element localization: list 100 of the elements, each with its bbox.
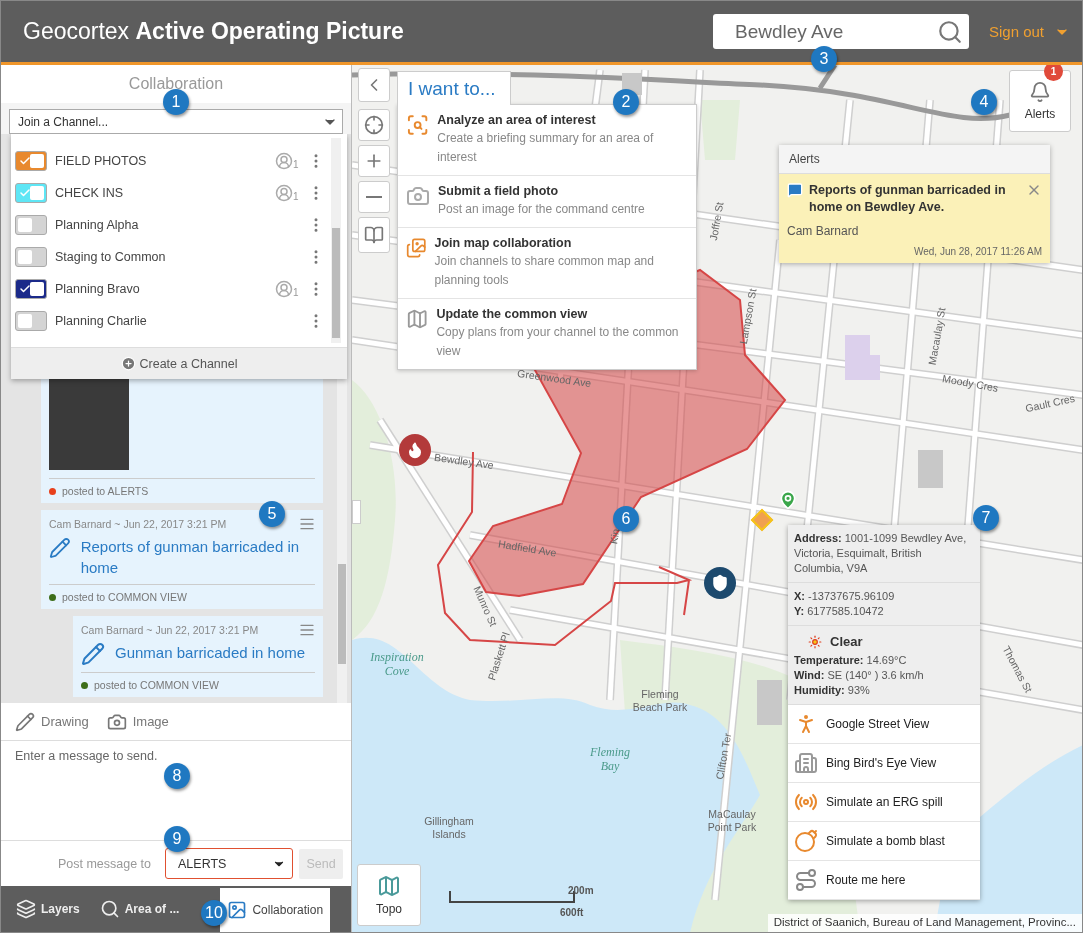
- sun-icon: [808, 634, 822, 649]
- app-title: Geocortex Active Operating Picture: [23, 18, 404, 44]
- user-icon: [275, 280, 293, 298]
- collapse-button[interactable]: [358, 68, 390, 102]
- posted-to-text: posted to COMMON VIEW: [94, 679, 219, 691]
- check-icon: [19, 283, 31, 295]
- street-label: Clifton Ter: [713, 732, 734, 781]
- toggle-knob: [30, 154, 44, 168]
- popup-action[interactable]: Bing Bird's Eye View: [788, 744, 980, 783]
- alert-author: Cam Barnard: [787, 224, 860, 238]
- composer-tool[interactable]: Image: [106, 711, 169, 732]
- street-label: Hadfield Ave: [497, 537, 558, 560]
- topo-map-icon: [377, 874, 401, 898]
- channel-row[interactable]: Planning Alpha: [15, 209, 325, 241]
- alert-time: Wed, Jun 28, 2017 11:26 AM: [913, 246, 1042, 257]
- menu-icon[interactable]: [299, 622, 315, 638]
- shield-marker-icon[interactable]: [704, 567, 736, 599]
- menu-item[interactable]: Join map collaboration Join channels to share common map and planning tools: [398, 228, 696, 299]
- channel-select[interactable]: Join a Channel...: [9, 109, 343, 134]
- channel-row[interactable]: FIELD PHOTOS 1: [15, 145, 325, 177]
- channel-toggle[interactable]: [15, 215, 47, 235]
- scrollbar[interactable]: [331, 138, 341, 343]
- pencil-icon: [81, 642, 105, 666]
- menu-item[interactable]: Update the common view Copy plans from your channel to the common view: [398, 299, 696, 369]
- menu-item-title: Submit a field photo: [438, 184, 560, 198]
- zoom-in-button[interactable]: [358, 145, 390, 177]
- scroll-thumb[interactable]: [332, 228, 340, 338]
- toggle-knob: [18, 314, 32, 328]
- weather-condition: Clear: [830, 634, 863, 649]
- post-label: Post message to: [57, 856, 151, 871]
- street-label: Lampson St: [736, 287, 760, 345]
- plus-icon: [120, 356, 136, 371]
- scale-label: 600ft: [560, 907, 584, 918]
- menu-item[interactable]: Submit a field photo Post an image for the command centre: [398, 176, 696, 228]
- toggle-knob: [18, 218, 32, 232]
- channel-name: FIELD PHOTOS: [55, 154, 148, 168]
- check-icon: [19, 155, 31, 167]
- check-icon: [19, 187, 31, 199]
- pin-marker-icon[interactable]: [778, 490, 798, 510]
- basemap-button[interactable]: Topo: [357, 864, 421, 926]
- bookmarks-button[interactable]: [358, 217, 390, 253]
- map-attribution: District of Saanich, Bureau of Land Management, Provinc...: [767, 914, 1082, 932]
- water-label: Fleming Bay: [589, 745, 631, 774]
- panel-tab[interactable]: Area of ...: [92, 886, 187, 932]
- message-icon: [787, 182, 803, 198]
- search-icon[interactable]: [936, 18, 963, 45]
- channel-toggle[interactable]: [15, 183, 47, 203]
- map-icon: [406, 307, 429, 331]
- fire-marker-icon[interactable]: [399, 434, 431, 466]
- coordinate-text: X: -13737675.96109: [794, 589, 896, 604]
- channel-row[interactable]: Planning Bravo 1: [15, 273, 325, 305]
- popup-action[interactable]: Simulate an ERG spill: [788, 783, 980, 822]
- channel-row[interactable]: CHECK INS 1: [15, 177, 325, 209]
- posted-to-text: posted to ALERTS: [62, 485, 149, 497]
- pictures-icon: [406, 236, 427, 260]
- channel-name: Staging to Common: [55, 250, 167, 264]
- menu-item-title: Update the common view: [436, 307, 589, 321]
- composer-tool[interactable]: Drawing: [15, 711, 89, 732]
- popup-action[interactable]: Google Street View: [788, 705, 980, 744]
- weather-text: Humidity: 93%: [794, 683, 871, 698]
- channel-toggle[interactable]: [15, 279, 47, 299]
- toggle-knob: [30, 186, 44, 200]
- panel-tab[interactable]: Layers: [9, 886, 87, 932]
- weather-text: Wind: SE (140° ) 3.6 km/h: [794, 668, 925, 683]
- alerts-header: Alerts: [779, 145, 1050, 174]
- message-title[interactable]: Reports of gunman barricaded in home: [80, 536, 315, 578]
- book-icon: [364, 225, 384, 245]
- channel-toggle[interactable]: [15, 247, 47, 267]
- place-label: MaCaulay Point Park: [706, 808, 758, 834]
- scroll-thumb[interactable]: [338, 564, 346, 664]
- street-label: Kin: [607, 527, 623, 545]
- splitter-handle[interactable]: [352, 500, 361, 524]
- crosshair-icon: [364, 115, 384, 135]
- channel-name: Planning Alpha: [55, 218, 140, 232]
- locate-button[interactable]: [358, 109, 390, 141]
- place-label: Fleming Beach Park: [631, 688, 689, 714]
- search-box[interactable]: Bewdley Ave: [712, 14, 969, 49]
- menu-icon[interactable]: [299, 516, 315, 532]
- member-count: 1: [293, 159, 299, 170]
- i-want-to-tab[interactable]: I want to...: [397, 71, 511, 105]
- street-label: Munro St: [470, 584, 500, 629]
- channel-toggle[interactable]: [15, 311, 47, 331]
- message-meta: Cam Barnard ~ Jun 22, 2017 3:21 PM: [81, 624, 259, 636]
- popup-action[interactable]: Route me here: [788, 861, 980, 900]
- zoom-out-button[interactable]: [358, 181, 390, 213]
- channel-toggle[interactable]: [15, 151, 47, 171]
- create-channel-button[interactable]: Create a Channel: [11, 347, 347, 379]
- channel-row[interactable]: Planning Charlie: [15, 305, 325, 337]
- message-title[interactable]: Gunman barricaded in home: [115, 642, 306, 663]
- channel-name: CHECK INS: [55, 186, 125, 200]
- member-count: 1: [293, 191, 299, 202]
- menu-item-description: Join channels to share common map and planning tools: [434, 253, 655, 289]
- street-label: Macaulay St: [925, 306, 949, 366]
- address-text: Address: 1001-1099 Bewdley Ave, Victoria, Esquimalt, British Columbia, V9A: [794, 531, 968, 576]
- toggle-knob: [18, 250, 32, 264]
- popup-action[interactable]: Simulate a bomb blast: [788, 822, 980, 861]
- camera-icon: [406, 184, 430, 208]
- channel-row[interactable]: Staging to Common: [15, 241, 325, 273]
- magnifier-icon: [406, 113, 430, 137]
- pencil-icon: [15, 711, 35, 732]
